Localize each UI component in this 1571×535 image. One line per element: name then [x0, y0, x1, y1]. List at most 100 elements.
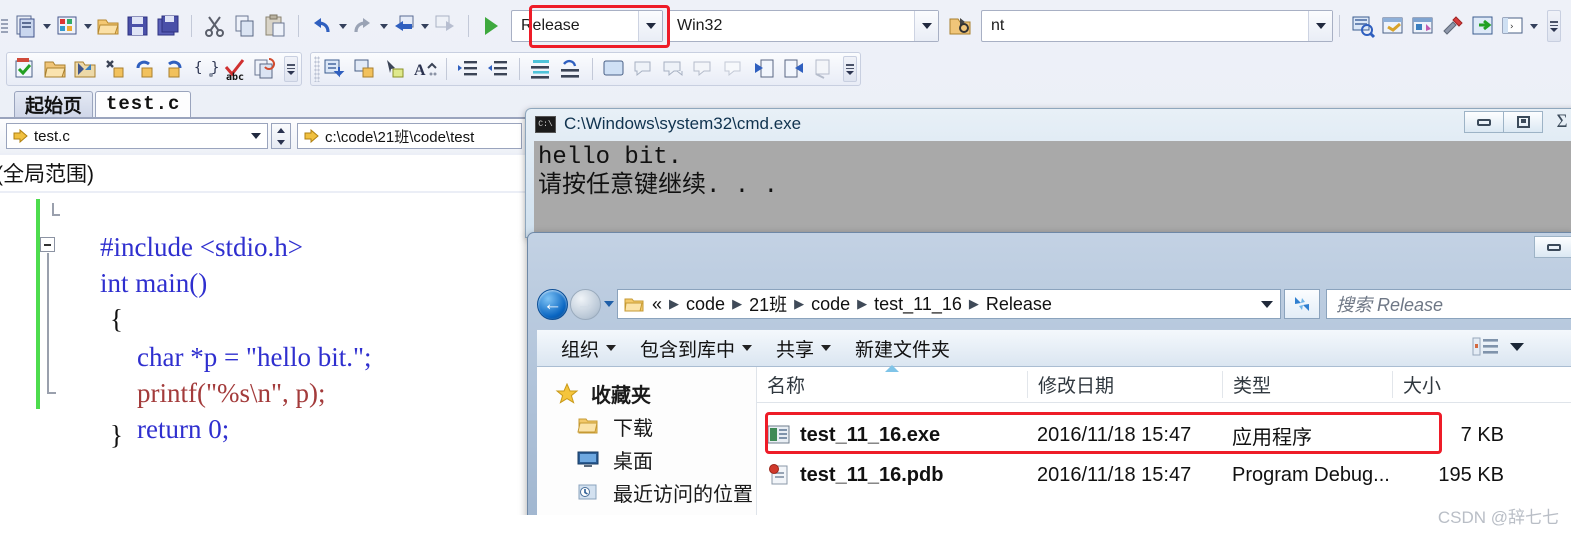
- open-folder-icon[interactable]: [42, 56, 68, 82]
- undo-dropdown-icon[interactable]: [337, 13, 348, 39]
- uncomment-selection-icon[interactable]: [558, 56, 584, 82]
- navbar-file-combo[interactable]: test.c: [6, 123, 268, 149]
- quick-find-arrow-icon[interactable]: [1308, 11, 1332, 41]
- sidebar-item-downloads[interactable]: 下载: [537, 410, 756, 443]
- secondary-toolbar-overflow-button-2[interactable]: [843, 56, 857, 82]
- toggle-all-outlining-icon[interactable]: [601, 56, 627, 82]
- save-all-icon[interactable]: [155, 13, 181, 39]
- recent-pages-dropdown-icon[interactable]: [601, 289, 617, 320]
- navigate-backward-icon[interactable]: [391, 13, 417, 39]
- decrease-indent-icon[interactable]: [485, 56, 511, 82]
- sidebar-item-desktop[interactable]: 桌面: [537, 443, 756, 476]
- comment-selection-icon[interactable]: [528, 56, 554, 82]
- comment-block-icon[interactable]: { }: [192, 56, 218, 82]
- copy-icon[interactable]: [232, 13, 258, 39]
- cmd-minimize-button[interactable]: [1464, 111, 1504, 133]
- comment-balloon-4-icon[interactable]: [721, 56, 747, 82]
- explorer-minimize-button[interactable]: [1534, 236, 1571, 258]
- navigate-backward-dropdown-icon[interactable]: [419, 13, 430, 39]
- breadcrumb-item-1[interactable]: 21班: [749, 291, 787, 317]
- navbar-file-arrow-icon[interactable]: [245, 133, 267, 139]
- cmd-output[interactable]: hello bit. 请按任意键继续. . .: [534, 141, 1571, 239]
- navbar-path-combo[interactable]: c:\code\21班\code\test: [297, 123, 522, 149]
- new-item-icon[interactable]: [54, 13, 80, 39]
- increase-indent-icon[interactable]: [455, 56, 481, 82]
- sidebar-item-recent-places[interactable]: 最近访问的位置: [537, 476, 756, 509]
- solution-platform-combo[interactable]: Win32: [667, 10, 939, 42]
- comment-balloon-1-icon[interactable]: [631, 56, 657, 82]
- save-icon[interactable]: [125, 13, 151, 39]
- file-name-cell-0[interactable]: test_11_16.exe: [757, 424, 1027, 447]
- breadcrumb-item-2[interactable]: code: [811, 294, 850, 315]
- paste-icon[interactable]: [262, 13, 288, 39]
- properties-window-icon[interactable]: [1380, 13, 1406, 39]
- toggle-bookmark-icon[interactable]: [382, 56, 408, 82]
- find-in-files-icon[interactable]: [947, 13, 973, 39]
- change-view-button[interactable]: [1472, 336, 1524, 358]
- comment-balloon-2-icon[interactable]: [661, 56, 687, 82]
- share-menu[interactable]: 共享: [776, 335, 832, 362]
- solution-configuration-arrow-icon[interactable]: [638, 11, 662, 41]
- organize-menu[interactable]: 组织: [561, 335, 617, 362]
- back-button[interactable]: ←: [537, 288, 568, 320]
- folder-properties-icon[interactable]: [72, 56, 98, 82]
- forward-button[interactable]: →: [570, 288, 601, 320]
- cmd-close-button[interactable]: Σ: [1542, 111, 1571, 133]
- open-file-icon[interactable]: [95, 13, 121, 39]
- cmd-title-bar[interactable]: C:\ C:\Windows\system32\cmd.exe: [526, 109, 1571, 139]
- redo-icon[interactable]: [350, 13, 376, 39]
- go-to-icon[interactable]: [1470, 13, 1496, 39]
- navbar-spinner[interactable]: [271, 123, 291, 149]
- new-project-icon[interactable]: [13, 13, 39, 39]
- search-input[interactable]: 搜索 Release: [1326, 289, 1571, 319]
- undo-nav-icon[interactable]: [132, 56, 158, 82]
- quick-find-combo[interactable]: nt: [981, 10, 1333, 42]
- column-header-modified[interactable]: 修改日期: [1027, 371, 1222, 398]
- refresh-button[interactable]: [1284, 289, 1320, 319]
- spell-check-icon[interactable]: abc: [222, 56, 248, 82]
- breadcrumb-overflow[interactable]: «: [652, 294, 662, 315]
- check-item-icon[interactable]: [12, 56, 38, 82]
- undo-icon[interactable]: [309, 13, 335, 39]
- redo-dropdown-icon[interactable]: [378, 13, 389, 39]
- tab-test-c[interactable]: test.c: [95, 91, 192, 118]
- tools-options-icon[interactable]: [1440, 13, 1466, 39]
- secondary-toolbar-overflow-button[interactable]: [284, 56, 298, 82]
- new-project-dropdown-icon[interactable]: [41, 13, 52, 39]
- solution-explorer-icon[interactable]: [1350, 13, 1376, 39]
- sidebar-item-favorites[interactable]: 收藏夹: [537, 377, 756, 410]
- insert-snippet-icon[interactable]: [322, 56, 348, 82]
- solution-platform-arrow-icon[interactable]: [914, 11, 938, 41]
- cmd-restore-button[interactable]: [1503, 111, 1543, 133]
- column-header-size[interactable]: 大小: [1392, 371, 1522, 398]
- command-window-icon[interactable]: ›: [1500, 13, 1526, 39]
- column-header-name[interactable]: 名称: [757, 365, 1027, 398]
- object-browser-icon[interactable]: [1410, 13, 1436, 39]
- toolbar-grip[interactable]: [0, 12, 9, 40]
- cmd-window[interactable]: C:\ C:\Windows\system32\cmd.exe Σ hello …: [525, 108, 1571, 239]
- toolbar-overflow-button[interactable]: [1547, 10, 1561, 42]
- redo-nav-icon[interactable]: [162, 56, 188, 82]
- next-bookmark-icon[interactable]: [781, 56, 807, 82]
- table-row[interactable]: test_11_16.pdb 2016/11/18 15:47 Program …: [757, 457, 1571, 493]
- command-window-dropdown-icon[interactable]: [1528, 13, 1539, 39]
- breadcrumb-item-0[interactable]: code: [686, 294, 725, 315]
- breadcrumb[interactable]: « ▶ code ▶ 21班 ▶ code ▶ test_11_16 ▶ Rel…: [617, 289, 1281, 319]
- breadcrumb-dropdown-icon[interactable]: [1254, 289, 1280, 319]
- file-name-cell-1[interactable]: test_11_16.pdb: [757, 464, 1027, 487]
- table-row[interactable]: test_11_16.exe 2016/11/18 15:47 应用程序 7 K…: [757, 417, 1571, 453]
- solution-configuration-combo[interactable]: Release: [511, 10, 663, 42]
- clear-bookmarks-icon[interactable]: [811, 56, 837, 82]
- explorer-window[interactable]: ← → « ▶ code ▶ 21班 ▶ code ▶ test_11_16 ▶…: [527, 232, 1571, 535]
- surround-with-icon[interactable]: [352, 56, 378, 82]
- column-header-type[interactable]: 类型: [1222, 371, 1392, 398]
- uncomment-icon[interactable]: A: [412, 56, 438, 82]
- previous-bookmark-icon[interactable]: [751, 56, 777, 82]
- copy-settings-icon[interactable]: [252, 56, 278, 82]
- navigate-forward-icon[interactable]: [432, 13, 458, 39]
- start-debugging-icon[interactable]: [477, 13, 503, 39]
- breadcrumb-item-4[interactable]: Release: [986, 294, 1052, 315]
- include-in-library-menu[interactable]: 包含到库中: [640, 335, 753, 362]
- find-symbol-icon[interactable]: [102, 56, 128, 82]
- breadcrumb-item-3[interactable]: test_11_16: [874, 294, 962, 315]
